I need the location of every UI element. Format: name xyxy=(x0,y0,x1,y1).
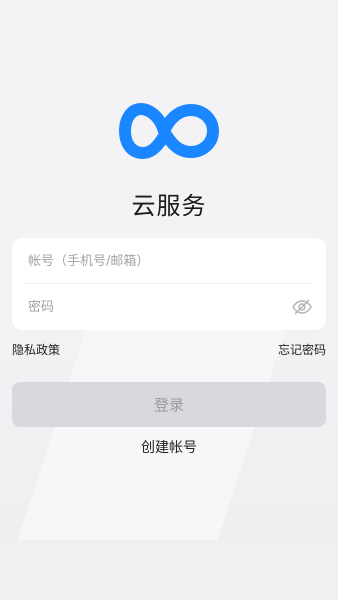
account-field-row xyxy=(12,238,326,284)
app-title: 云服务 xyxy=(131,192,207,220)
account-input[interactable] xyxy=(28,253,278,269)
create-account-link[interactable]: 创建帐号 xyxy=(0,437,338,457)
cloud-logo-icon xyxy=(119,102,219,160)
password-field-row xyxy=(12,284,326,330)
privacy-policy-link[interactable]: 隐私政策 xyxy=(12,341,60,358)
forgot-password-link[interactable]: 忘记密码 xyxy=(278,341,326,358)
login-form xyxy=(12,238,326,330)
background-footer xyxy=(0,540,338,600)
password-input[interactable] xyxy=(28,299,278,315)
login-button[interactable]: 登录 xyxy=(12,382,326,427)
eye-off-icon[interactable] xyxy=(292,298,312,316)
